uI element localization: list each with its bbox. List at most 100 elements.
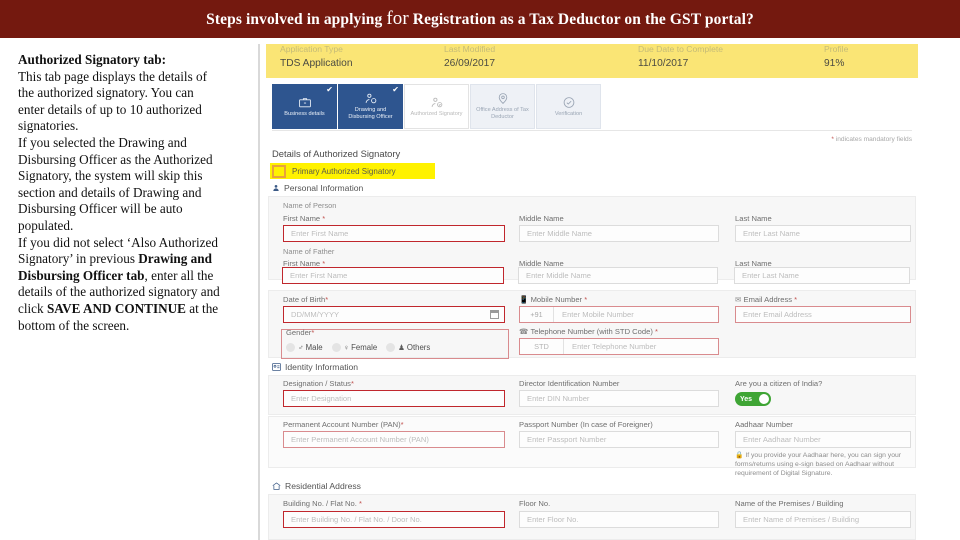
asterisk-icon: * bbox=[794, 295, 798, 304]
banner-profile-percent: 91% bbox=[824, 58, 845, 69]
input-passport-number[interactable]: Enter Passport Number bbox=[519, 431, 719, 448]
narrative-column: Authorized Signatory tab: This tab page … bbox=[18, 52, 223, 334]
title-lead: Steps involved in applying bbox=[206, 11, 387, 28]
map-pin-icon bbox=[498, 93, 507, 104]
group-label-name-of-father: Name of Father bbox=[283, 247, 335, 256]
gender-field-group: Gender* ♂ Male ♀ Female ♟ Others bbox=[281, 328, 509, 359]
label-person-last-name: Last Name bbox=[735, 214, 772, 223]
citizen-of-india-toggle[interactable]: Yes bbox=[735, 392, 771, 406]
label-aadhaar-number: Aadhaar Number bbox=[735, 420, 793, 429]
briefcase-icon bbox=[298, 97, 311, 107]
tab-verification[interactable]: Verification bbox=[536, 84, 601, 129]
gender-radio-group: ♂ Male ♀ Female ♟ Others bbox=[286, 343, 439, 352]
label-gender: Gender* bbox=[286, 328, 314, 337]
banner-application-type-value: TDS Application bbox=[280, 58, 353, 69]
asterisk-icon: * bbox=[325, 295, 329, 304]
aadhaar-esign-note: 🔒 If you provide your Aadhaar here, you … bbox=[735, 451, 913, 478]
identity-information-heading: Identity Information bbox=[272, 362, 358, 372]
label-telephone-number: ☎ Telephone Number (with STD Code) * bbox=[519, 327, 658, 336]
input-father-first-name[interactable]: Enter First Name bbox=[282, 267, 504, 284]
input-person-last-name[interactable]: Enter Last Name bbox=[735, 225, 911, 242]
input-building-no[interactable]: Enter Building No. / Flat No. / Door No. bbox=[283, 511, 505, 528]
gender-option-others-label: Others bbox=[406, 343, 431, 352]
banner-col-due-date: Due Date to Complete bbox=[638, 44, 724, 54]
label-designation-status: Designation / Status* bbox=[283, 379, 354, 388]
input-email-address[interactable]: Enter Email Address bbox=[735, 306, 911, 323]
gender-option-female[interactable]: ♀ Female bbox=[331, 343, 377, 352]
user-check-icon bbox=[431, 97, 442, 107]
home-icon bbox=[272, 482, 281, 490]
tab-authorized-signatory-label: Authorized Signatory bbox=[410, 110, 463, 117]
banner-due-date-value: 11/10/2017 bbox=[638, 58, 689, 69]
toggle-knob[interactable] bbox=[758, 393, 770, 405]
title-emphasis: for bbox=[386, 8, 409, 29]
gender-option-male[interactable]: ♂ Male bbox=[286, 343, 323, 352]
contact-panel: Date of Birth* 📱 Mobile Number * ✉ Email… bbox=[268, 290, 916, 359]
primary-authorized-signatory-checkbox[interactable] bbox=[272, 164, 286, 178]
primary-authorized-signatory-row[interactable]: Primary Authorized Signatory bbox=[270, 163, 435, 179]
mandatory-fields-note-text: indicates mandatory fields bbox=[835, 136, 912, 143]
input-date-of-birth-placeholder: DD/MM/YYYY bbox=[291, 310, 340, 319]
banner-col-application-type: Application Type bbox=[280, 44, 343, 54]
mandatory-fields-note: * indicates mandatory fields bbox=[831, 136, 912, 143]
input-mobile-number[interactable]: +91 Enter Mobile Number bbox=[519, 306, 719, 323]
tab-drawing-disbursing-officer[interactable]: ✔ Drawing and Disbursing Officer bbox=[338, 84, 403, 129]
personal-information-heading: Personal Information bbox=[272, 183, 363, 193]
label-email-address-text: Email Address bbox=[743, 295, 793, 304]
aadhaar-esign-note-text: If you provide your Aadhaar here, you ca… bbox=[735, 452, 902, 477]
narrative-heading: Authorized Signatory tab: bbox=[18, 52, 223, 69]
narrative-heading-text: Authorized Signatory tab: bbox=[18, 52, 166, 67]
identity-information-heading-text: Identity Information bbox=[285, 362, 359, 372]
input-din-number[interactable]: Enter DIN Number bbox=[519, 390, 719, 407]
input-telephone-placeholder: Enter Telephone Number bbox=[572, 342, 657, 351]
identity-panel-top: Designation / Status* Director Identific… bbox=[268, 375, 916, 415]
label-email-address: ✉ Email Address * bbox=[735, 295, 797, 304]
gender-option-male-label: Male bbox=[305, 343, 323, 352]
radio-dot[interactable] bbox=[331, 343, 341, 352]
input-aadhaar-number[interactable]: Enter Aadhaar Number bbox=[735, 431, 911, 448]
banner-last-modified-value: 26/09/2017 bbox=[444, 58, 495, 69]
male-icon: ♂ bbox=[298, 343, 304, 352]
telephone-std-prefix: STD bbox=[520, 339, 564, 354]
input-date-of-birth[interactable]: DD/MM/YYYY bbox=[283, 306, 505, 323]
tab-business-details[interactable]: ✔ Business details bbox=[272, 84, 337, 129]
tabs-divider bbox=[272, 130, 912, 131]
banner-header-row: Application Type Last Modified Due Date … bbox=[266, 44, 918, 58]
input-person-first-name[interactable]: Enter First Name bbox=[283, 225, 505, 242]
label-telephone-number-text: Telephone Number (with STD Code) bbox=[530, 327, 653, 336]
title-rest: Registration as a Tax Deductor on the GS… bbox=[408, 11, 754, 28]
tab-verification-label: Verification bbox=[554, 110, 583, 117]
input-father-last-name[interactable]: Enter Last Name bbox=[734, 267, 910, 284]
gender-option-others[interactable]: ♟ Others bbox=[386, 343, 430, 352]
calendar-icon[interactable] bbox=[490, 310, 499, 319]
input-pan[interactable]: Enter Permanent Account Number (PAN) bbox=[283, 431, 505, 448]
input-designation[interactable]: Enter Designation bbox=[283, 390, 505, 407]
mobile-country-prefix: +91 bbox=[520, 307, 554, 322]
slide-root: Steps involved in applying for Registrat… bbox=[0, 0, 960, 540]
asterisk-icon: * bbox=[831, 136, 834, 143]
asterisk-icon: * bbox=[350, 379, 354, 388]
application-status-banner: Application Type Last Modified Due Date … bbox=[266, 44, 918, 78]
asterisk-icon: * bbox=[322, 214, 326, 223]
input-father-middle-name[interactable]: Enter Middle Name bbox=[518, 267, 718, 284]
input-premises-name[interactable]: Enter Name of Premises / Building bbox=[735, 511, 911, 528]
banner-col-last-modified: Last Modified bbox=[444, 44, 496, 54]
asterisk-icon: * bbox=[654, 327, 658, 336]
asterisk-icon: * bbox=[311, 328, 315, 337]
input-person-middle-name[interactable]: Enter Middle Name bbox=[519, 225, 719, 242]
input-telephone-number[interactable]: STD Enter Telephone Number bbox=[519, 338, 719, 355]
tab-authorized-signatory[interactable]: Authorized Signatory bbox=[404, 84, 469, 129]
details-section-title: Details of Authorized Signatory bbox=[272, 148, 401, 159]
tab-office-address[interactable]: Office Address of Tax Deductor bbox=[470, 84, 535, 129]
narrative-p3-bold-save: SAVE AND CONTINUE bbox=[46, 300, 186, 316]
label-person-first-name-text: First Name bbox=[283, 214, 321, 223]
input-floor-no[interactable]: Enter Floor No. bbox=[519, 511, 719, 528]
radio-dot[interactable] bbox=[386, 343, 396, 352]
label-person-middle-name: Middle Name bbox=[519, 214, 564, 223]
tab-business-details-label: Business details bbox=[284, 110, 325, 117]
radio-dot[interactable] bbox=[286, 343, 295, 352]
label-designation-status-text: Designation / Status bbox=[283, 379, 351, 388]
personal-information-heading-text: Personal Information bbox=[284, 183, 364, 193]
label-citizen-of-india: Are you a citizen of India? bbox=[735, 379, 823, 388]
citizen-toggle-label: Yes bbox=[740, 395, 753, 403]
